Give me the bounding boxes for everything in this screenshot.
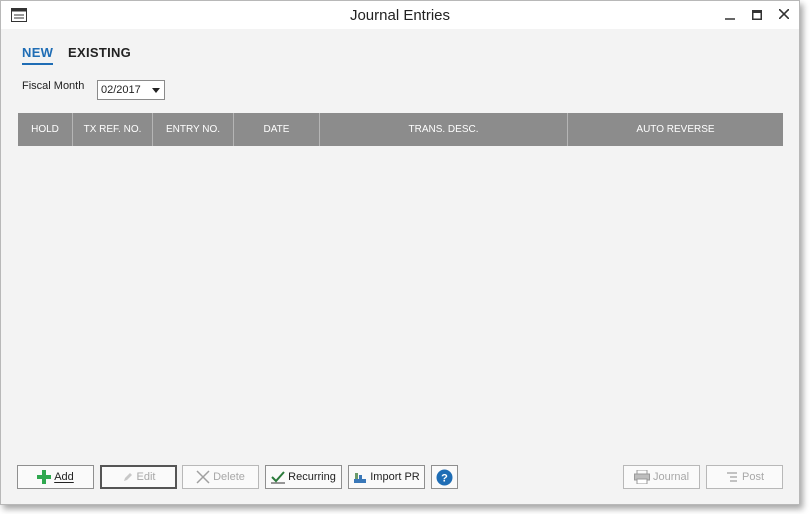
fiscal-month-select[interactable]: 02/2017	[97, 80, 165, 100]
delete-button-label: Delete	[213, 471, 245, 483]
journal-grid-body[interactable]	[18, 146, 783, 451]
help-button[interactable]: ?	[431, 465, 458, 489]
journal-button-label: Journal	[652, 471, 690, 483]
add-button-label: Add	[54, 471, 74, 483]
help-icon-glyph: ?	[441, 472, 448, 484]
journal-grid-header: HOLD TX REF. NO. ENTRY NO. DATE TRANS. D…	[18, 113, 783, 146]
journal-entries-window: Journal Entries NEW EXISTING Fiscal Mont…	[0, 0, 800, 505]
import-pr-button-label: Import PR	[370, 471, 420, 483]
import-icon	[354, 473, 367, 483]
dropdown-arrow-icon	[152, 88, 160, 93]
column-header-date[interactable]: DATE	[234, 113, 320, 146]
edit-button[interactable]: Edit	[100, 465, 177, 489]
minimize-button[interactable]	[718, 5, 742, 25]
close-icon	[778, 8, 790, 20]
check-icon	[271, 471, 286, 484]
tab-existing[interactable]: EXISTING	[68, 45, 131, 63]
plus-icon	[37, 470, 52, 484]
x-icon	[196, 470, 210, 484]
column-header-trans-desc[interactable]: TRANS. DESC.	[320, 113, 568, 146]
fiscal-month-label: Fiscal Month	[22, 80, 85, 92]
add-button[interactable]: Add	[17, 465, 94, 489]
printer-icon	[633, 470, 650, 484]
maximize-icon	[752, 10, 762, 20]
post-button-label: Post	[741, 471, 764, 483]
window-title: Journal Entries	[349, 7, 451, 24]
help-icon: ?	[436, 469, 453, 485]
import-pr-button[interactable]: Import PR	[348, 465, 425, 489]
post-button[interactable]: Post	[706, 465, 783, 489]
column-header-entry-no[interactable]: ENTRY NO.	[153, 113, 234, 146]
recurring-button[interactable]: Recurring	[265, 465, 342, 489]
recurring-button-label: Recurring	[288, 471, 336, 483]
column-header-auto-reverse[interactable]: AUTO REVERSE	[568, 113, 783, 146]
close-button[interactable]	[772, 5, 796, 25]
pencil-icon	[123, 473, 132, 481]
edit-button-label: Edit	[136, 471, 156, 483]
column-header-tx-ref-no[interactable]: TX REF. NO.	[73, 113, 153, 146]
minimize-icon	[725, 18, 735, 20]
title-bar: Journal Entries	[1, 1, 799, 29]
tab-new[interactable]: NEW	[22, 45, 54, 65]
journal-button[interactable]: Journal	[623, 465, 700, 489]
fiscal-month-value: 02/2017	[101, 84, 141, 96]
column-header-hold[interactable]: HOLD	[18, 113, 73, 146]
maximize-button[interactable]	[745, 5, 769, 25]
delete-button[interactable]: Delete	[182, 465, 259, 489]
post-icon	[726, 472, 737, 482]
